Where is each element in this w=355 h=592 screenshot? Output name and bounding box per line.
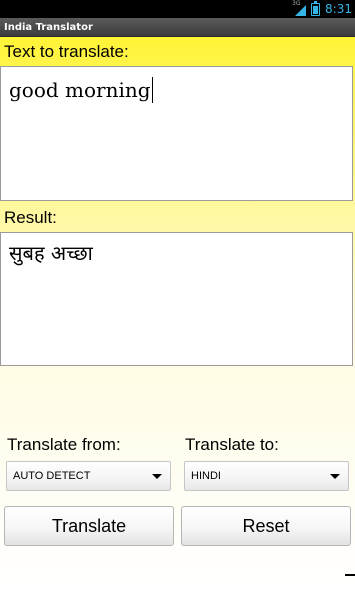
translate-from-value: AUTO DETECT	[13, 470, 91, 482]
text-cursor	[151, 77, 153, 103]
translate-from-label: Translate from:	[7, 435, 121, 454]
result-text-value: सुबह अच्छा	[9, 241, 93, 265]
result-label: Result:	[4, 208, 57, 227]
result-text-box[interactable]: सुबह अच्छा	[0, 232, 353, 366]
input-label: Text to translate:	[4, 42, 129, 61]
status-icons: 3G 8:31	[292, 0, 352, 18]
translate-from-dropdown[interactable]: AUTO DETECT	[6, 461, 171, 491]
overflow-indicator	[345, 574, 355, 576]
signal-icon: 3G	[292, 1, 307, 16]
status-time: 8:31	[325, 2, 352, 16]
app-title-text: India Translator	[4, 21, 93, 33]
chevron-down-icon	[330, 473, 340, 479]
translate-button[interactable]: Translate	[4, 506, 174, 546]
chevron-down-icon	[152, 473, 162, 479]
reset-button[interactable]: Reset	[181, 506, 351, 546]
translate-to-label: Translate to:	[185, 435, 279, 454]
translate-to-value: HINDI	[191, 470, 221, 482]
app-title: India Translator	[0, 18, 355, 37]
translate-to-dropdown[interactable]: HINDI	[184, 461, 349, 491]
source-text-input[interactable]: good morning	[0, 66, 353, 201]
battery-icon	[311, 1, 321, 16]
status-bar: 3G 8:31	[0, 0, 355, 18]
source-text-value: good morning	[9, 78, 151, 102]
